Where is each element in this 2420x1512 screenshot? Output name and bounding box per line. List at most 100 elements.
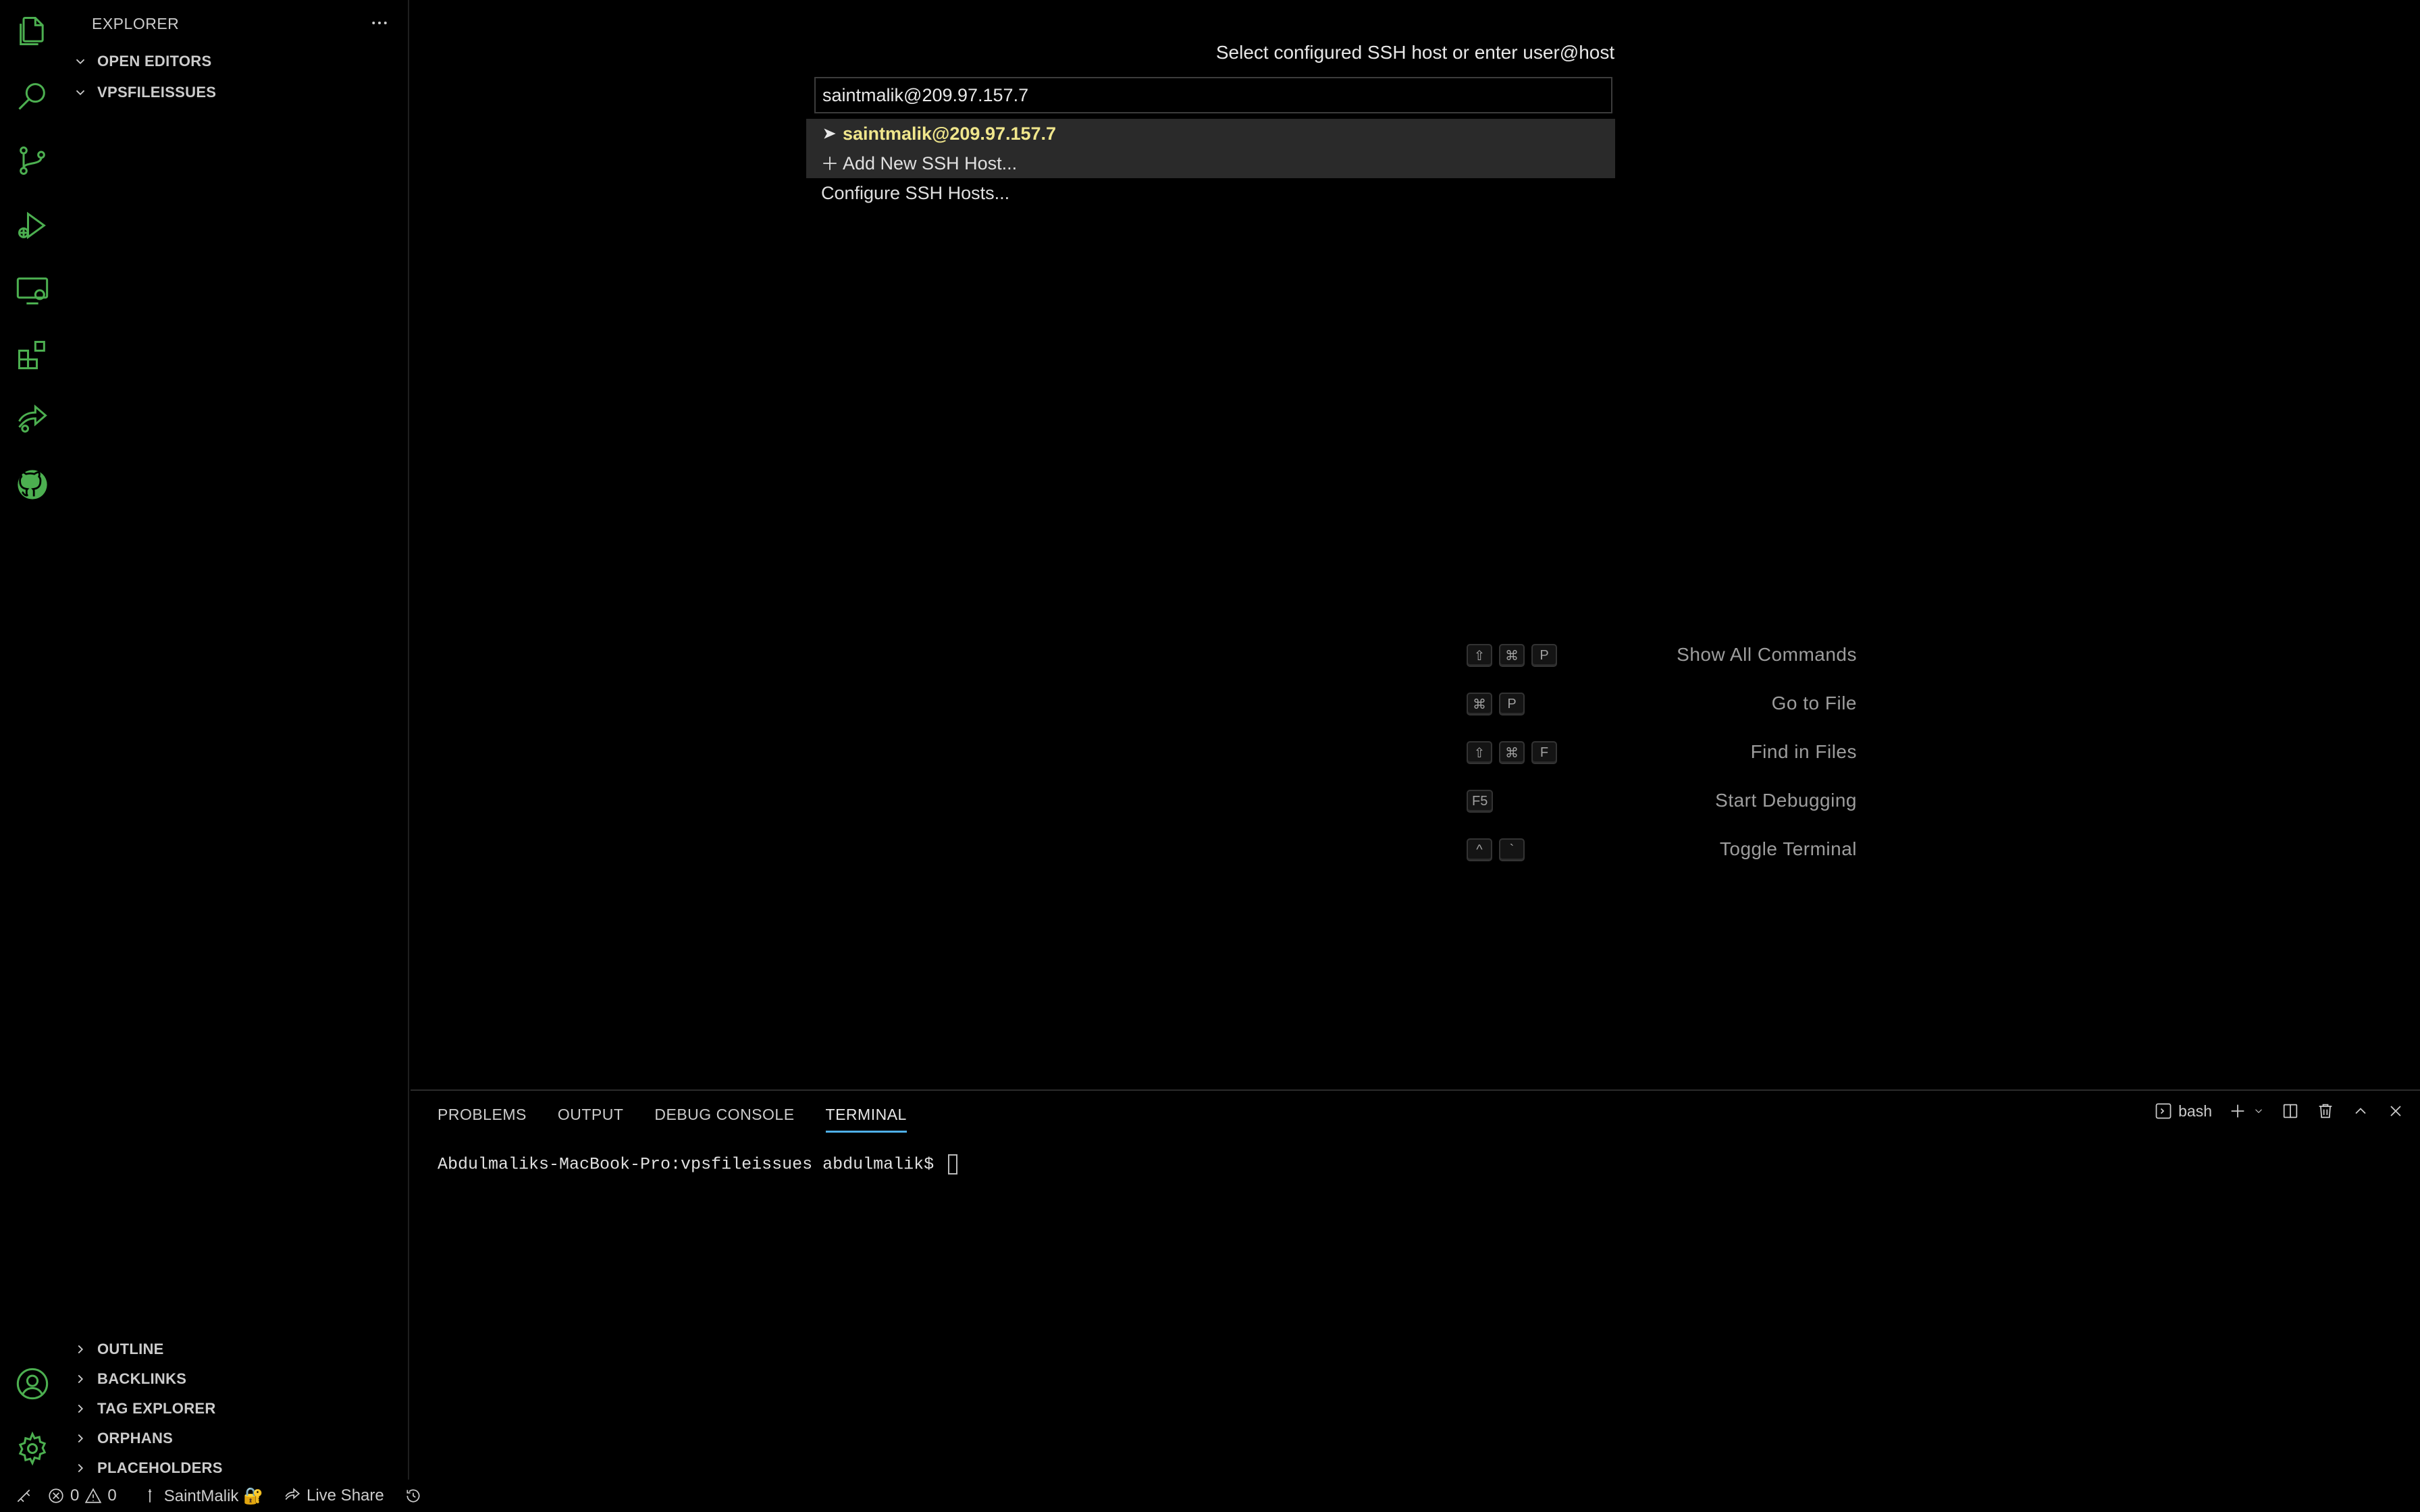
error-icon <box>49 1488 63 1503</box>
files-icon[interactable] <box>12 11 53 51</box>
key-cap: ⌘ <box>1499 741 1525 764</box>
terminal-name: bash <box>2178 1102 2212 1120</box>
quick-pick-title: Select configured SSH host or enter user… <box>1215 42 1615 63</box>
panel-actions: bash <box>2154 1102 2405 1120</box>
shortcut-label: Show All Commands <box>1677 644 1857 665</box>
account-user: SaintMalik 🔐 <box>163 1486 263 1505</box>
editor-area: Select configured SSH host or enter user… <box>411 0 2420 1089</box>
shortcut-keys: ⌘ P <box>1467 693 1525 716</box>
quick-pick-item-configure[interactable]: Configure SSH Hosts... <box>806 178 1615 208</box>
key-cap: P <box>1499 693 1525 716</box>
key-cap: ⌘ <box>1467 693 1492 716</box>
warning-icon <box>85 1488 102 1503</box>
explorer-sidebar: EXPLORER OPEN EDITORS VPSFILEISSUES OUTL… <box>65 0 409 1480</box>
arrow-right-icon <box>821 125 843 142</box>
tab-output[interactable]: OUTPUT <box>558 1106 624 1133</box>
chevron-down-icon <box>65 78 92 107</box>
close-panel-button[interactable] <box>2386 1102 2405 1120</box>
tab-debug-console[interactable]: DEBUG CONSOLE <box>654 1106 794 1133</box>
section-backlinks[interactable]: BACKLINKS <box>65 1365 409 1393</box>
status-bar: 0 0 SaintMalik 🔐 Live Share <box>0 1480 2420 1512</box>
section-label: BACKLINKS <box>97 1370 187 1387</box>
more-actions-icon[interactable] <box>366 9 393 36</box>
extensions-icon[interactable] <box>12 335 53 375</box>
terminal-selector[interactable]: bash <box>2154 1102 2212 1120</box>
key-cap: P <box>1531 644 1557 667</box>
section-placeholders[interactable]: PLACEHOLDERS <box>65 1454 409 1482</box>
live-share-icon[interactable] <box>12 400 53 440</box>
shortcut-keys: F5 <box>1467 790 1494 813</box>
section-label: OUTLINE <box>97 1341 164 1357</box>
quick-pick-list: saintmalik@209.97.157.7 Add New SSH Host… <box>806 119 1615 208</box>
warning-count: 0 <box>107 1486 117 1505</box>
run-debug-icon[interactable] <box>12 205 53 246</box>
shortcut-row: Start Debugging F5 <box>411 787 2420 817</box>
history-icon <box>406 1489 420 1503</box>
section-open-editors[interactable]: OPEN EDITORS <box>65 47 409 76</box>
source-control-icon[interactable] <box>12 140 53 181</box>
history-status[interactable] <box>404 1487 422 1505</box>
chevron-right-icon <box>65 1424 92 1453</box>
status-bar-right <box>2358 1480 2406 1512</box>
bottom-panel: PROBLEMS OUTPUT DEBUG CONSOLE TERMINAL b… <box>411 1089 2420 1480</box>
settings-gear-icon[interactable] <box>12 1428 53 1469</box>
shortcut-label: Start Debugging <box>1715 790 1857 811</box>
sidebar-title: EXPLORER <box>92 15 180 32</box>
key-cap: F <box>1531 741 1557 764</box>
quick-pick-item-add-host[interactable]: Add New SSH Host... <box>806 148 1615 178</box>
remote-explorer-icon[interactable] <box>12 270 53 310</box>
section-label: PLACEHOLDERS <box>97 1459 223 1476</box>
section-tag-explorer[interactable]: TAG EXPLORER <box>65 1395 409 1423</box>
shortcut-label: Go to File <box>1771 693 1857 713</box>
account-icon[interactable] <box>12 1364 53 1404</box>
new-terminal-button[interactable] <box>2228 1102 2265 1120</box>
chevron-right-icon <box>65 1365 92 1393</box>
shortcut-row: Toggle Terminal ^ ` <box>411 836 2420 865</box>
live-share-status[interactable]: Live Share <box>284 1486 384 1505</box>
terminal-prompt: Abdulmaliks-MacBook-Pro:vpsfileissues ab… <box>438 1154 945 1174</box>
quick-pick-item-host[interactable]: saintmalik@209.97.157.7 <box>806 119 1615 148</box>
chevron-down-icon <box>2255 1109 2262 1114</box>
panel-tabs: PROBLEMS OUTPUT DEBUG CONSOLE TERMINAL <box>438 1106 907 1133</box>
quick-pick-item-label: Configure SSH Hosts... <box>821 182 1010 203</box>
kill-terminal-button[interactable] <box>2316 1102 2335 1120</box>
shortcut-row: Find in Files ⇧ ⌘ F <box>411 738 2420 768</box>
trash-icon <box>2319 1104 2332 1118</box>
plus-icon <box>2231 1104 2244 1118</box>
remote-indicator[interactable] <box>15 1487 32 1505</box>
shortcut-row: Show All Commands ⇧ ⌘ P <box>411 641 2420 671</box>
section-label: OPEN EDITORS <box>97 53 212 70</box>
section-workspace-folder[interactable]: VPSFILEISSUES <box>65 78 409 107</box>
quick-pick-item-label: Add New SSH Host... <box>843 153 1018 173</box>
section-label: TAG EXPLORER <box>97 1400 216 1417</box>
split-icon <box>2283 1104 2298 1118</box>
account-status[interactable]: SaintMalik 🔐 <box>141 1486 263 1506</box>
search-icon[interactable] <box>12 76 53 116</box>
problems-indicator[interactable]: 0 0 <box>47 1486 117 1505</box>
chevron-right-icon <box>65 1335 92 1364</box>
key-cap: ` <box>1499 838 1525 861</box>
chevron-right-icon <box>65 1454 92 1482</box>
shortcut-label: Toggle Terminal <box>1719 838 1857 859</box>
split-terminal-button[interactable] <box>2281 1102 2300 1120</box>
key-icon <box>148 1489 151 1503</box>
plus-icon <box>821 155 843 172</box>
github-icon[interactable] <box>12 464 53 505</box>
ssh-host-input[interactable] <box>814 77 1612 113</box>
section-orphans[interactable]: ORPHANS <box>65 1424 409 1453</box>
shortcut-keys: ⇧ ⌘ P <box>1467 644 1557 667</box>
terminal-output[interactable]: Abdulmaliks-MacBook-Pro:vpsfileissues ab… <box>438 1154 958 1174</box>
tab-terminal[interactable]: TERMINAL <box>825 1106 907 1133</box>
live-share-label: Live Share <box>306 1486 384 1505</box>
key-cap: ⌘ <box>1499 644 1525 667</box>
close-icon <box>2390 1106 2401 1116</box>
tab-problems[interactable]: PROBLEMS <box>438 1106 527 1133</box>
maximize-panel-button[interactable] <box>2351 1102 2370 1120</box>
chevron-up-icon <box>2355 1108 2366 1114</box>
quick-pick-item-label: saintmalik@209.97.157.7 <box>843 123 1057 144</box>
section-outline[interactable]: OUTLINE <box>65 1335 409 1364</box>
section-label: ORPHANS <box>97 1430 174 1447</box>
chevron-down-icon <box>65 47 92 76</box>
remote-icon <box>17 1489 30 1503</box>
vscode-window: EXPLORER OPEN EDITORS VPSFILEISSUES OUTL… <box>0 0 2420 1512</box>
